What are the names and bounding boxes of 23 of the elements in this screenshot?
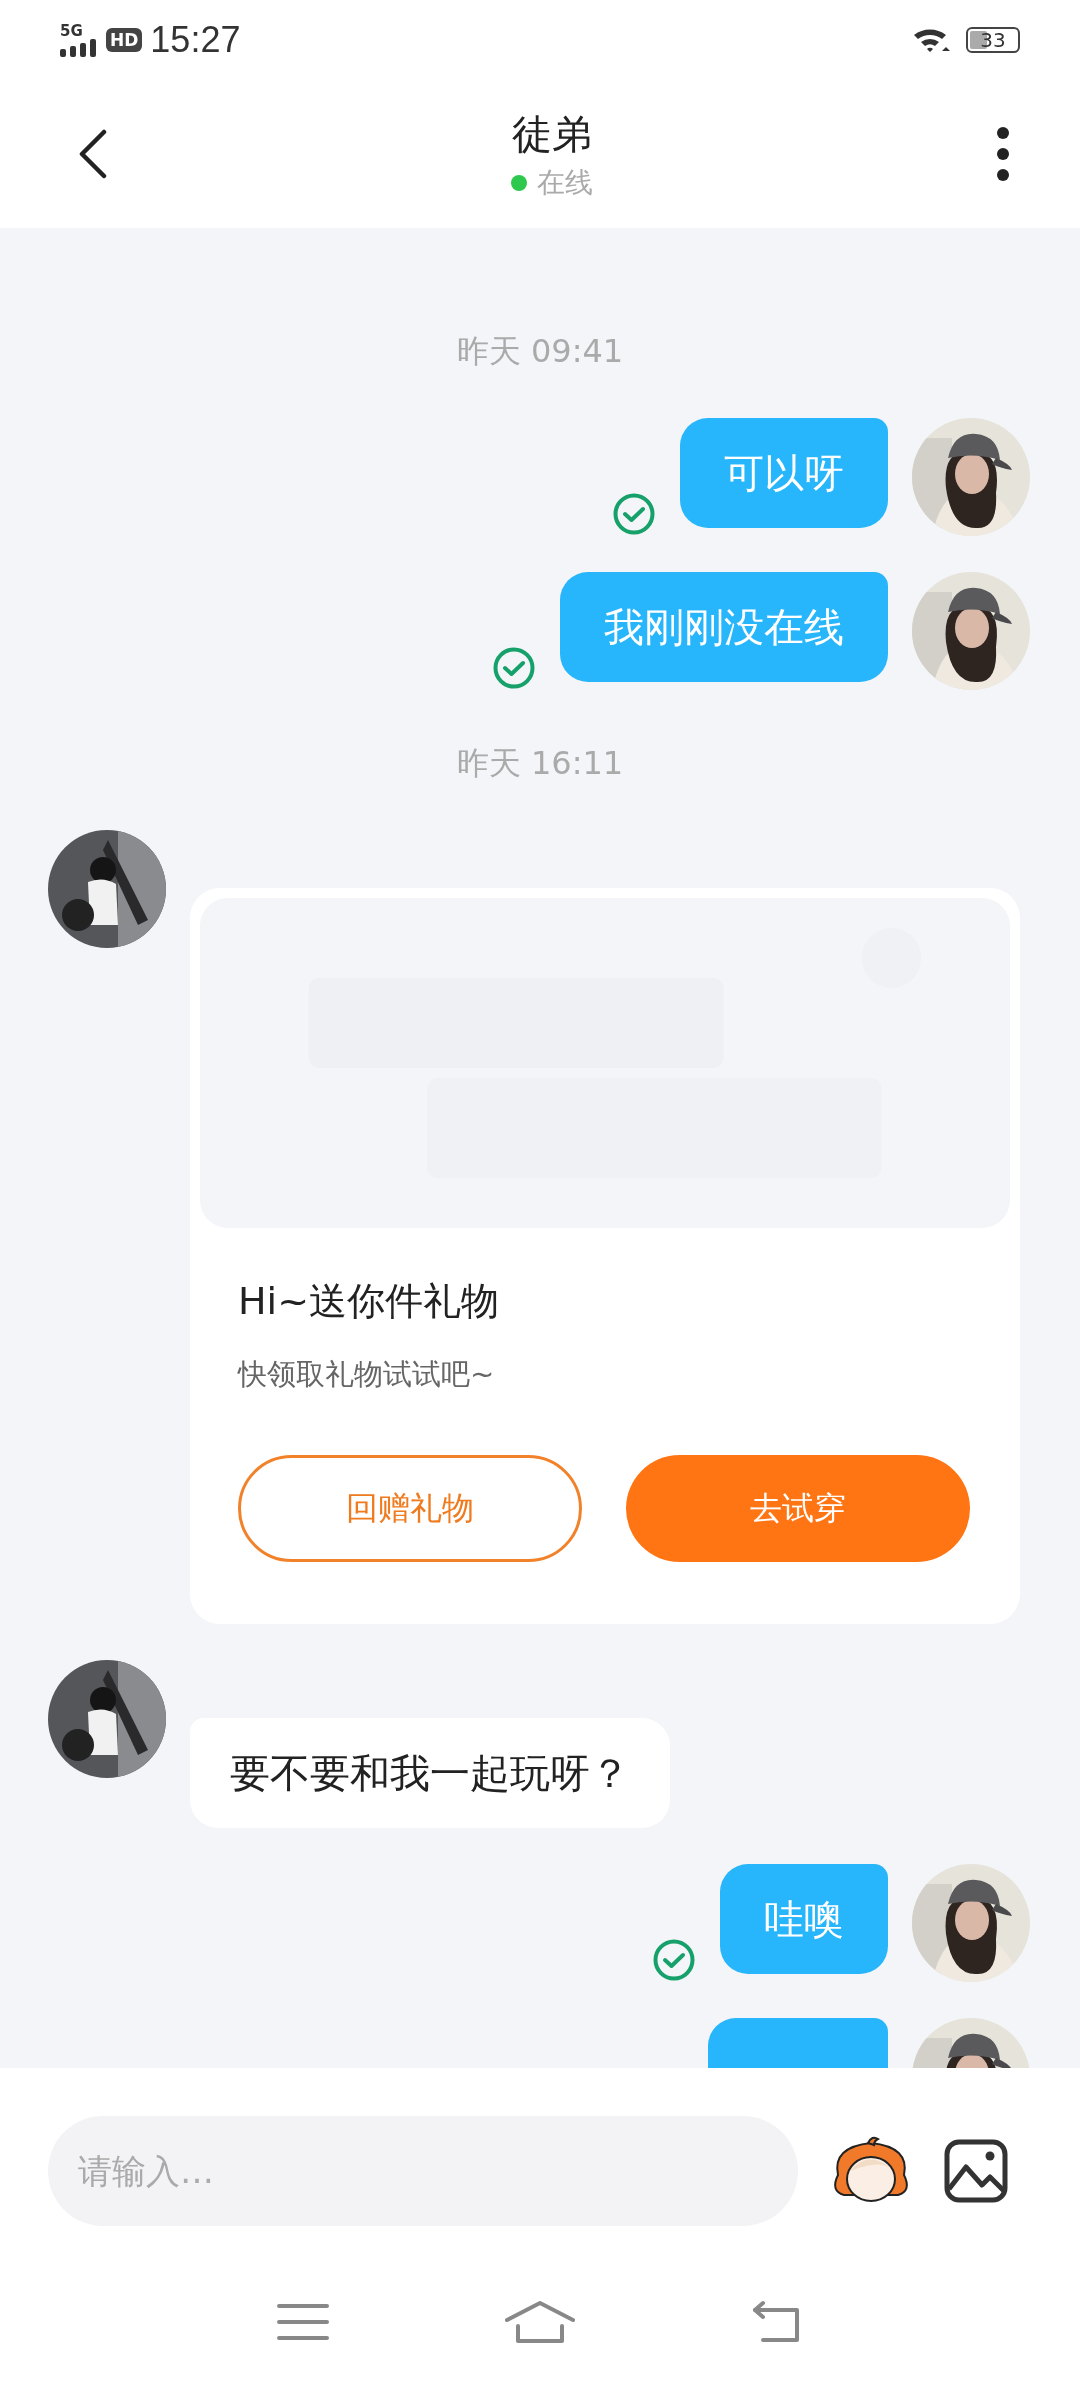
battery-reading: 33 <box>980 28 1006 52</box>
signal-icon <box>60 39 98 57</box>
gift-button[interactable]: 去试穿 <box>626 1455 970 1562</box>
message-bubble: 哇噢 <box>720 1864 888 1974</box>
network-label: 5G <box>60 23 83 39</box>
gift-subtitle: 快领取礼物试试吧~ <box>238 1356 496 1393</box>
message-input[interactable]: 请输入… <box>48 2116 798 2226</box>
gift-button[interactable]: 回赠礼物 <box>238 1455 582 1562</box>
hd-badge: HD <box>106 28 143 52</box>
status-time: 15:27 <box>150 19 241 61</box>
menu-icon[interactable] <box>277 2302 330 2342</box>
message-bubble: 要不要和我一起玩呀？ <box>190 1718 670 1828</box>
gift-title: Hi~送你件礼物 <box>238 1278 500 1325</box>
back-icon[interactable] <box>78 129 108 179</box>
chat-title: 徒弟 <box>512 109 592 159</box>
home-icon[interactable] <box>504 2300 576 2344</box>
timestamp: 昨天 16:11 <box>456 743 624 784</box>
message-bubble: 可以呀 <box>680 418 888 528</box>
message-bubble: 我刚刚没在线 <box>560 572 888 682</box>
image-icon[interactable] <box>944 2139 1008 2203</box>
timestamp: 昨天 09:41 <box>456 331 624 372</box>
online-status: 在线 <box>537 164 593 201</box>
more-icon[interactable] <box>996 126 1010 182</box>
